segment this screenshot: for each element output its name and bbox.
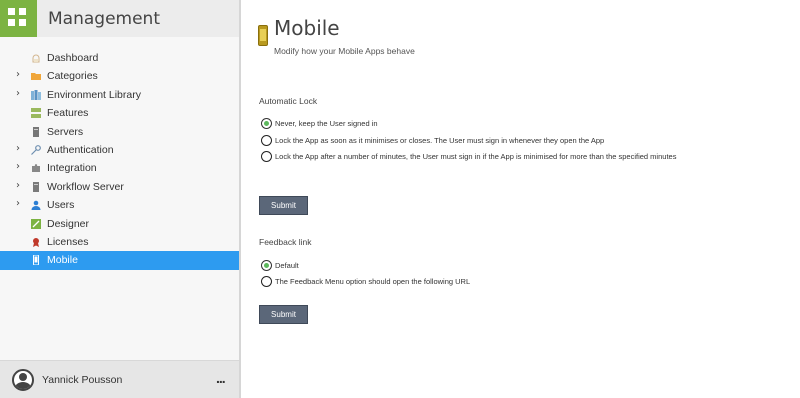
sidebar-item-label: Authentication <box>47 143 114 156</box>
automatic-lock-option-never[interactable]: Never, keep the User signed in <box>261 117 378 129</box>
sidebar-item-label: Categories <box>47 70 98 83</box>
radio-label: Default <box>275 260 299 270</box>
sidebar-item-label: Mobile <box>47 254 78 267</box>
feedback-link-option-custom-url[interactable]: The Feedback Menu option should open the… <box>261 275 470 287</box>
server-icon <box>33 126 39 137</box>
sidebar-item-label: Licenses <box>47 235 89 248</box>
sidebar-footer: Yannick Pousson ... <box>0 360 239 398</box>
sidebar-item-servers[interactable]: Servers <box>0 123 239 141</box>
automatic-lock-option-after-minutes[interactable]: Lock the App after a number of minutes, … <box>261 150 676 162</box>
chevron-right-icon[interactable]: › <box>16 69 26 80</box>
dashboard-icon <box>32 54 40 63</box>
sidebar-item-integration[interactable]: › Integration <box>0 159 239 177</box>
sidebar-item-label: Servers <box>47 125 84 138</box>
radio-button[interactable] <box>261 117 272 129</box>
page-subtitle: Modify how your Mobile Apps behave <box>274 46 415 56</box>
automatic-lock-submit-button[interactable]: Submit <box>259 196 308 215</box>
radio-button[interactable] <box>261 275 272 287</box>
sidebar-header: Management <box>0 0 239 37</box>
radio-label: Lock the App after a number of minutes, … <box>275 151 677 161</box>
radio-button[interactable] <box>261 134 272 146</box>
automatic-lock-label: Automatic Lock <box>259 96 318 106</box>
feedback-link-label: Feedback link <box>259 237 312 247</box>
page-title: Mobile <box>274 16 340 40</box>
sidebar-item-workflow-server[interactable]: › Workflow Server <box>0 178 239 196</box>
sidebar-item-label: Workflow Server <box>47 180 124 193</box>
sidebar-item-categories[interactable]: › Categories <box>0 67 239 85</box>
more-options-button[interactable]: ... <box>216 370 226 386</box>
automatic-lock-option-on-minimise[interactable]: Lock the App as soon as it minimises or … <box>261 134 604 146</box>
chevron-right-icon[interactable]: › <box>16 88 26 99</box>
radio-label: Never, keep the User signed in <box>275 118 378 128</box>
sidebar-item-users[interactable]: › Users <box>0 196 239 214</box>
license-icon <box>33 237 39 247</box>
feedback-link-option-default[interactable]: Default <box>261 259 299 271</box>
key-icon <box>31 145 41 155</box>
user-icon <box>31 200 41 211</box>
sidebar-item-licenses[interactable]: Licenses <box>0 233 239 251</box>
radio-label: The Feedback Menu option should open the… <box>275 276 471 286</box>
app-title: Management <box>48 9 160 29</box>
sidebar-item-dashboard[interactable]: Dashboard <box>0 49 239 67</box>
chevron-right-icon[interactable]: › <box>16 143 26 154</box>
sidebar-item-environment-library[interactable]: › Environment Library <box>0 86 239 104</box>
sidebar-item-designer[interactable]: Designer <box>0 215 239 233</box>
sidebar-item-mobile[interactable]: Mobile <box>0 251 239 270</box>
feedback-link-submit-button[interactable]: Submit <box>259 305 308 324</box>
main-content: Mobile Modify how your Mobile Apps behav… <box>243 0 800 398</box>
sidebar-item-label: Users <box>47 199 75 212</box>
app-logo-icon[interactable] <box>0 0 37 37</box>
radio-button[interactable] <box>261 259 272 271</box>
designer-icon <box>31 218 41 229</box>
sidebar-item-label: Dashboard <box>47 52 99 64</box>
library-icon <box>31 89 41 100</box>
chevron-right-icon[interactable]: › <box>16 161 26 172</box>
mobile-icon <box>258 25 268 46</box>
sidebar-nav: Dashboard › Categories › Environment Lib… <box>0 49 239 270</box>
sidebar-item-label: Integration <box>47 162 97 175</box>
sidebar-item-features[interactable]: Features <box>0 104 239 122</box>
features-icon <box>31 108 41 119</box>
folder-icon <box>31 73 41 81</box>
workflow-server-icon <box>33 181 39 192</box>
radio-button[interactable] <box>261 150 272 162</box>
avatar[interactable] <box>12 369 34 391</box>
puzzle-icon <box>32 164 40 173</box>
sidebar-item-label: Environment Library <box>47 88 141 101</box>
sidebar: Management Dashboard › Categories › Envi… <box>0 0 241 398</box>
radio-label: Lock the App as soon as it minimises or … <box>275 135 605 145</box>
user-name: Yannick Pousson <box>42 374 123 386</box>
mobile-icon <box>33 255 39 266</box>
chevron-right-icon[interactable]: › <box>16 198 26 209</box>
sidebar-item-authentication[interactable]: › Authentication <box>0 141 239 159</box>
sidebar-item-label: Designer <box>47 217 90 230</box>
chevron-right-icon[interactable]: › <box>16 180 26 191</box>
sidebar-item-label: Features <box>47 107 89 120</box>
